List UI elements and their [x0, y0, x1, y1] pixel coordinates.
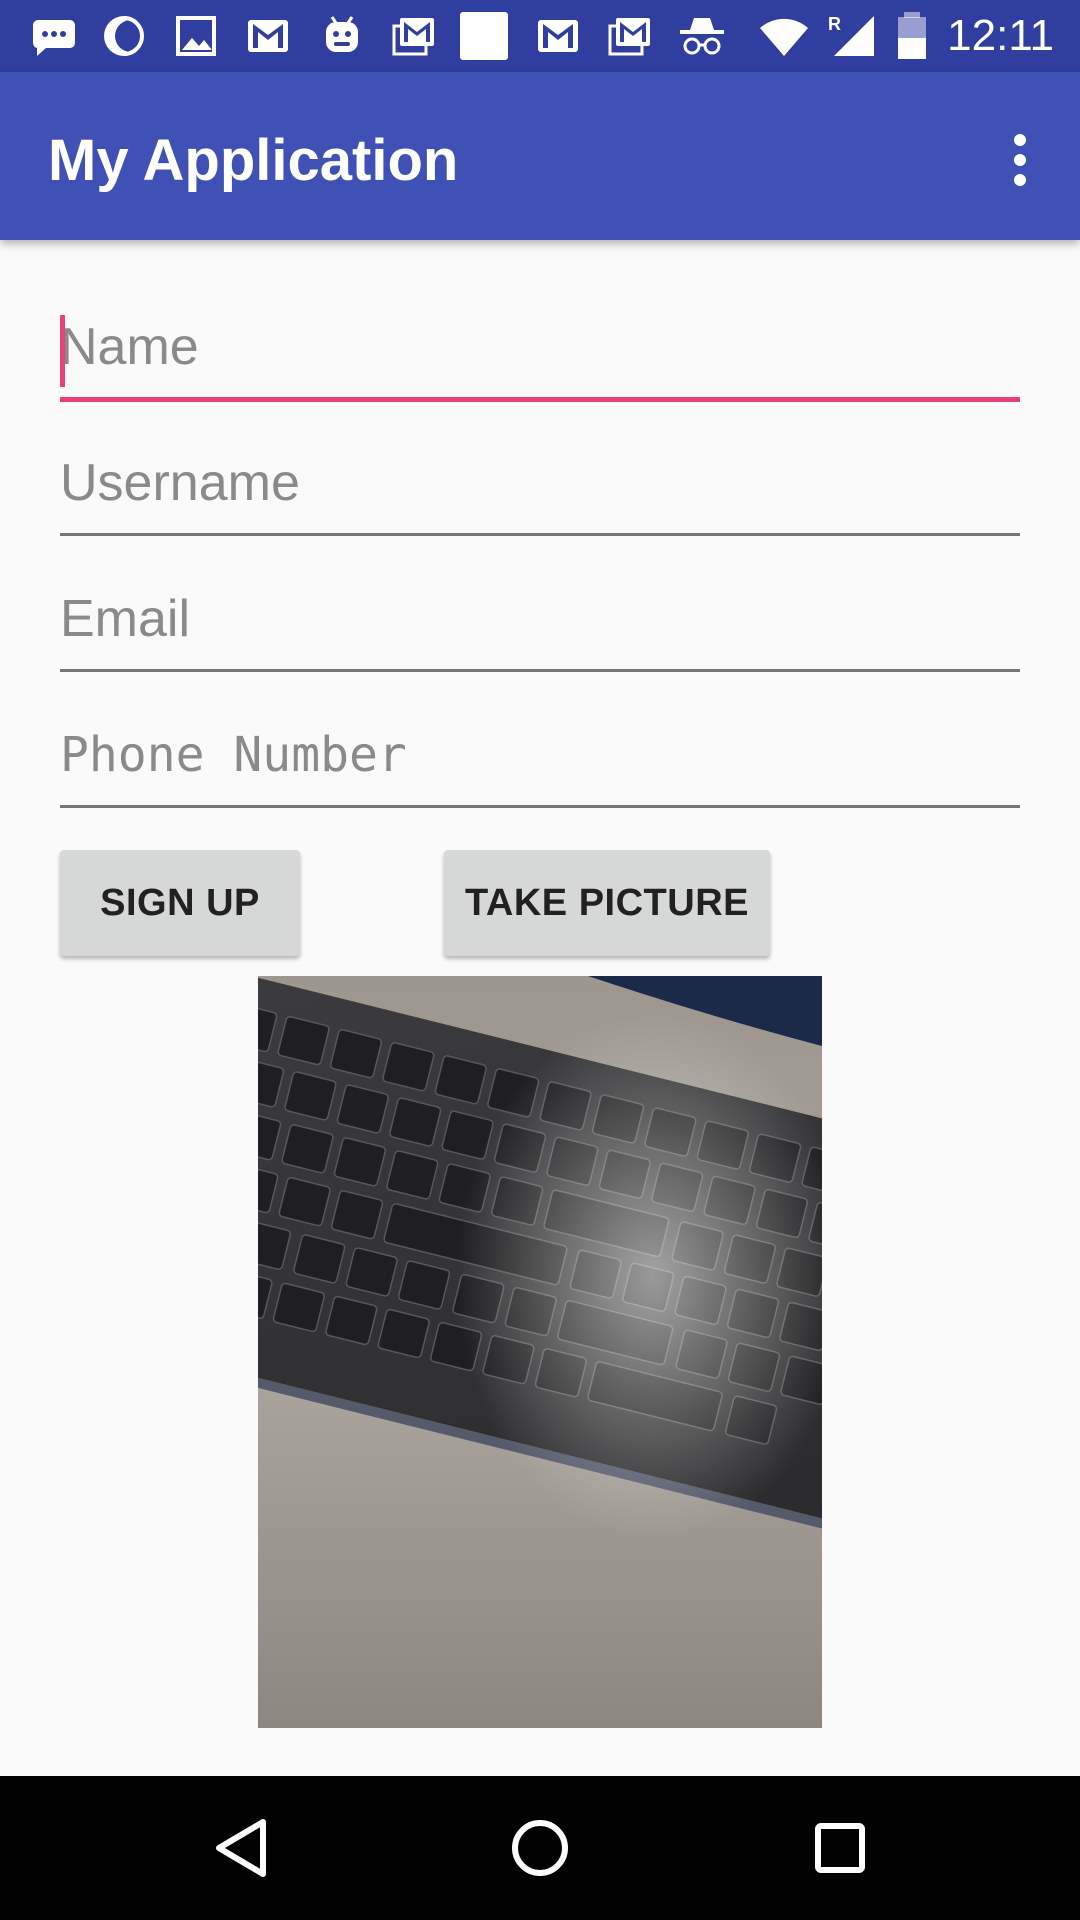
app-bar: My Application — [0, 72, 1080, 240]
username-field[interactable] — [60, 426, 1020, 536]
status-bar: R 12:11 — [0, 0, 1080, 72]
image-icon — [172, 12, 220, 60]
sign-up-button[interactable]: SIGN UP — [60, 850, 300, 956]
gmail-stack-icon — [606, 12, 654, 60]
captured-photo — [258, 976, 822, 1728]
roaming-label: R — [828, 14, 841, 34]
phone-number-field[interactable] — [60, 698, 1020, 808]
back-button[interactable] — [205, 1812, 277, 1884]
status-time: 12:11 — [947, 11, 1054, 60]
recents-button[interactable] — [804, 1812, 876, 1884]
gmail-stack-icon — [390, 12, 438, 60]
battery-icon — [894, 12, 930, 60]
username-input[interactable] — [60, 443, 1020, 523]
email-input[interactable] — [60, 579, 1020, 659]
navigation-bar — [0, 1776, 1080, 1920]
recents-square-icon — [815, 1823, 865, 1873]
wifi-icon — [760, 12, 808, 60]
name-field[interactable] — [60, 292, 1020, 402]
text-cursor — [60, 315, 65, 387]
home-circle-icon — [512, 1820, 568, 1876]
name-input[interactable] — [60, 307, 1020, 387]
gmail-icon — [534, 12, 582, 60]
incognito-icon — [678, 12, 726, 60]
blank-square-icon — [460, 12, 508, 60]
email-field[interactable] — [60, 562, 1020, 672]
back-triangle-icon — [216, 1819, 266, 1877]
android-icon — [318, 12, 366, 60]
app-title: My Application — [48, 128, 459, 193]
chat-bubble-icon — [30, 12, 78, 60]
signal-roaming-icon: R — [822, 12, 878, 60]
moon-icon — [100, 12, 148, 60]
home-button[interactable] — [504, 1812, 576, 1884]
take-picture-button[interactable]: TAKE PICTURE — [444, 850, 770, 956]
phone-number-input[interactable] — [60, 715, 1020, 795]
gmail-icon — [244, 12, 292, 60]
more-options-button[interactable] — [984, 124, 1056, 196]
more-vert-icon — [1014, 134, 1026, 186]
keyboard-photo — [258, 976, 822, 1728]
